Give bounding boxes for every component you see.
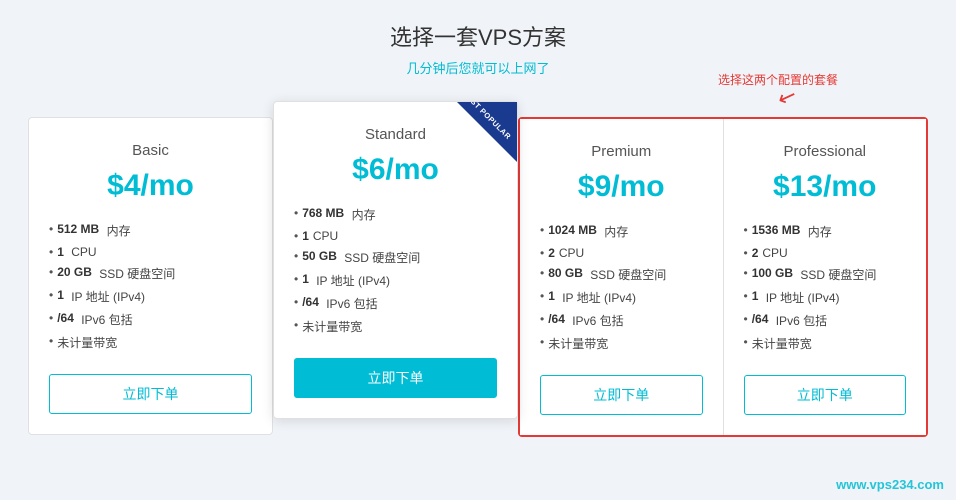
feature-professional-2: 100 GB SSD 硬盘空间 bbox=[744, 263, 907, 286]
plan-name-basic: Basic bbox=[49, 142, 252, 159]
plan-features-professional: 1536 MB 内存 2CPU 100 GB SSD 硬盘空间 1 IP 地址 … bbox=[744, 220, 907, 355]
most-popular-badge: MOST POPULAR bbox=[457, 102, 517, 162]
plan-features-basic: 512 MB 内存 1 CPU 20 GB SSD 硬盘空间 1 IP 地址 (… bbox=[49, 219, 252, 354]
feature-standard-5: 未计量带宽 bbox=[294, 315, 497, 338]
feature-professional-5: 未计量带宽 bbox=[744, 332, 907, 355]
feature-premium-5: 未计量带宽 bbox=[540, 332, 703, 355]
feature-standard-2: 50 GB SSD 硬盘空间 bbox=[294, 246, 497, 269]
order-button-premium[interactable]: 立即下单 bbox=[540, 375, 703, 415]
feature-premium-1: 2CPU bbox=[540, 243, 703, 263]
plan-price-basic: $4/mo bbox=[49, 169, 252, 203]
annotation-text: 选择这两个配置的套餐 bbox=[718, 71, 838, 88]
most-popular-text: MOST POPULAR bbox=[459, 102, 512, 141]
feature-premium-4: /64 IPv6 包括 bbox=[540, 309, 703, 332]
feature-standard-3: 1 IP 地址 (IPv4) bbox=[294, 269, 497, 292]
feature-professional-4: /64 IPv6 包括 bbox=[744, 309, 907, 332]
feature-professional-1: 2CPU bbox=[744, 243, 907, 263]
plan-features-standard: 768 MB 内存 1CPU 50 GB SSD 硬盘空间 1 IP 地址 (I… bbox=[294, 203, 497, 338]
page-subtitle: 几分钟后您就可以上网了 bbox=[406, 58, 549, 77]
plan-group-highlighted: Premium $9/mo 1024 MB 内存 2CPU 80 GB SSD … bbox=[518, 117, 928, 437]
plan-card-professional: Professional $13/mo 1536 MB 内存 2CPU 100 … bbox=[724, 119, 927, 435]
page-title: 选择一套VPS方案 bbox=[390, 20, 566, 52]
annotation: 选择这两个配置的套餐 ↙ bbox=[718, 71, 838, 110]
order-button-professional[interactable]: 立即下单 bbox=[744, 375, 907, 415]
feature-basic-2: 20 GB SSD 硬盘空间 bbox=[49, 262, 252, 285]
feature-basic-1: 1 CPU bbox=[49, 242, 252, 262]
order-button-standard[interactable]: 立即下单 bbox=[294, 358, 497, 398]
plan-name-premium: Premium bbox=[540, 143, 703, 160]
feature-standard-4: /64 IPv6 包括 bbox=[294, 292, 497, 315]
feature-standard-0: 768 MB 内存 bbox=[294, 203, 497, 226]
order-button-basic[interactable]: 立即下单 bbox=[49, 374, 252, 414]
feature-premium-0: 1024 MB 内存 bbox=[540, 220, 703, 243]
feature-premium-2: 80 GB SSD 硬盘空间 bbox=[540, 263, 703, 286]
plan-card-basic: Basic $4/mo 512 MB 内存 1 CPU 20 GB SSD 硬盘… bbox=[28, 117, 273, 435]
plan-card-premium: Premium $9/mo 1024 MB 内存 2CPU 80 GB SSD … bbox=[520, 119, 724, 435]
feature-professional-0: 1536 MB 内存 bbox=[744, 220, 907, 243]
feature-standard-1: 1CPU bbox=[294, 226, 497, 246]
feature-basic-4: /64 IPv6 包括 bbox=[49, 308, 252, 331]
feature-basic-3: 1 IP 地址 (IPv4) bbox=[49, 285, 252, 308]
plan-price-professional: $13/mo bbox=[744, 170, 907, 204]
feature-premium-3: 1 IP 地址 (IPv4) bbox=[540, 286, 703, 309]
plans-container: 选择这两个配置的套餐 ↙ Basic $4/mo 512 MB 内存 1 CPU… bbox=[28, 101, 928, 437]
plan-price-premium: $9/mo bbox=[540, 170, 703, 204]
feature-basic-5: 未计量带宽 bbox=[49, 331, 252, 354]
plan-name-professional: Professional bbox=[744, 143, 907, 160]
plan-features-premium: 1024 MB 内存 2CPU 80 GB SSD 硬盘空间 1 IP 地址 (… bbox=[540, 220, 703, 355]
watermark: www.vps234.com bbox=[836, 477, 944, 492]
plan-card-standard: MOST POPULAR Standard $6/mo 768 MB 内存 1C… bbox=[273, 101, 518, 419]
feature-professional-3: 1 IP 地址 (IPv4) bbox=[744, 286, 907, 309]
feature-basic-0: 512 MB 内存 bbox=[49, 219, 252, 242]
